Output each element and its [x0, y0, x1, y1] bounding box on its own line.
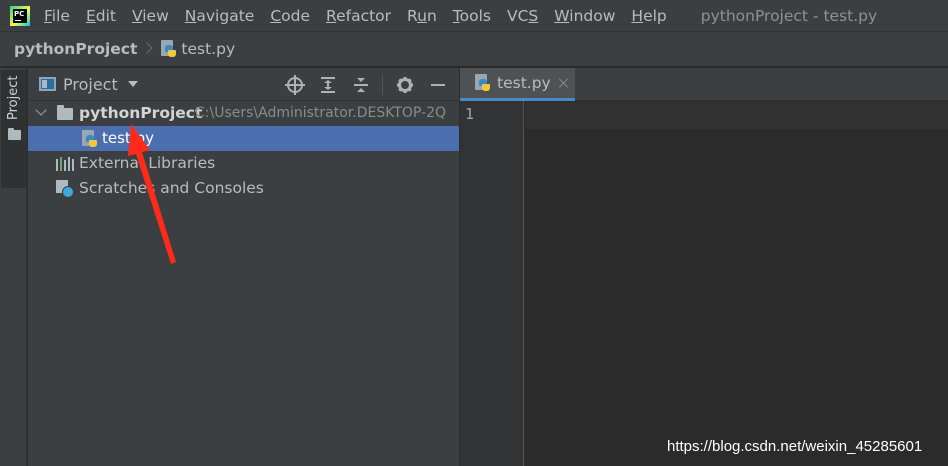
project-panel-toolbar	[283, 68, 459, 101]
expand-all-icon	[321, 76, 335, 93]
project-view-icon	[39, 77, 56, 91]
breadcrumb-file-label: test.py	[181, 40, 236, 58]
line-number: 1	[465, 105, 475, 123]
tree-item-root-path: C:\Users\Administrator.DESKTOP-2Q	[195, 105, 447, 121]
breadcrumb: pythonProject test.py	[0, 31, 948, 67]
code-editor[interactable]	[525, 101, 948, 466]
watermark: https://blog.csdn.net/weixin_45285601	[667, 438, 923, 455]
tree-item-file-label: test.py	[102, 129, 154, 147]
menu-item-code[interactable]: Code	[270, 7, 310, 25]
tree-item-scratches[interactable]: Scratches and Consoles	[28, 176, 459, 201]
breadcrumb-project[interactable]: pythonProject	[14, 40, 137, 58]
python-file-icon	[473, 74, 491, 92]
tree-item-test-py[interactable]: test.py	[28, 126, 459, 151]
chevron-down-icon[interactable]	[127, 81, 138, 87]
current-line-highlight	[525, 102, 948, 129]
python-file-icon	[80, 130, 98, 148]
folder-icon	[8, 128, 21, 140]
tree-item-project-root[interactable]: pythonProject C:\Users\Administrator.DES…	[28, 101, 459, 126]
project-tool-tab-label: Project	[6, 76, 21, 121]
menu-item-window[interactable]: Window	[554, 7, 615, 25]
folder-icon	[57, 105, 73, 120]
project-panel-header: Project	[28, 68, 459, 101]
close-icon[interactable]	[559, 78, 569, 88]
hide-panel-button[interactable]	[426, 73, 450, 97]
pycharm-logo-icon: PC	[10, 5, 30, 26]
project-panel-title[interactable]: Project	[63, 75, 118, 94]
menu-item-file[interactable]: File	[44, 7, 70, 25]
tree-item-scratches-label: Scratches and Consoles	[79, 179, 264, 197]
editor-gutter: 1	[460, 101, 524, 466]
toolbar-divider	[382, 74, 383, 95]
menu-items: File Edit View Navigate Code Refactor Run Tools…	[44, 7, 683, 25]
tree-item-external-libraries[interactable]: External Libraries	[28, 151, 459, 176]
editor-tab-bar: test.py	[460, 68, 948, 101]
python-file-icon	[159, 40, 177, 58]
menu-item-view[interactable]: View	[132, 7, 169, 25]
gear-icon	[397, 76, 413, 93]
menu-item-tools[interactable]: Tools	[453, 7, 491, 25]
window-title: pythonProject - test.py	[700, 6, 878, 25]
menu-bar: PC File Edit View Navigate Code Refactor Run To…	[0, 0, 948, 31]
expand-all-button[interactable]	[316, 73, 340, 97]
breadcrumb-separator-icon	[143, 42, 151, 56]
tree-item-libraries-label: External Libraries	[79, 154, 216, 172]
left-tool-strip: Project	[0, 68, 27, 466]
collapse-all-icon	[354, 77, 368, 92]
locate-icon	[285, 74, 305, 95]
menu-item-navigate[interactable]: Navigate	[185, 7, 255, 25]
hide-icon	[431, 83, 445, 86]
tab-test-py[interactable]: test.py	[460, 68, 575, 101]
library-icon	[56, 157, 74, 171]
menu-item-run[interactable]: Run	[407, 7, 437, 25]
tab-label: test.py	[497, 74, 551, 92]
tree-item-root-label: pythonProject	[79, 104, 203, 122]
project-panel: Project pythonProject C:\Users\Administr…	[28, 68, 459, 466]
scratches-icon	[56, 180, 74, 198]
locate-file-button[interactable]	[283, 73, 307, 97]
menu-item-refactor[interactable]: Refactor	[326, 7, 391, 25]
settings-button[interactable]	[393, 73, 417, 97]
menu-item-help[interactable]: Help	[631, 7, 666, 25]
menu-item-edit[interactable]: Edit	[86, 7, 116, 25]
breadcrumb-file[interactable]: test.py	[159, 40, 235, 58]
project-tool-tab[interactable]: Project	[1, 70, 26, 188]
chevron-down-icon[interactable]	[36, 107, 46, 117]
menu-item-vcs[interactable]: VCS	[507, 7, 538, 25]
collapse-all-button[interactable]	[349, 73, 373, 97]
